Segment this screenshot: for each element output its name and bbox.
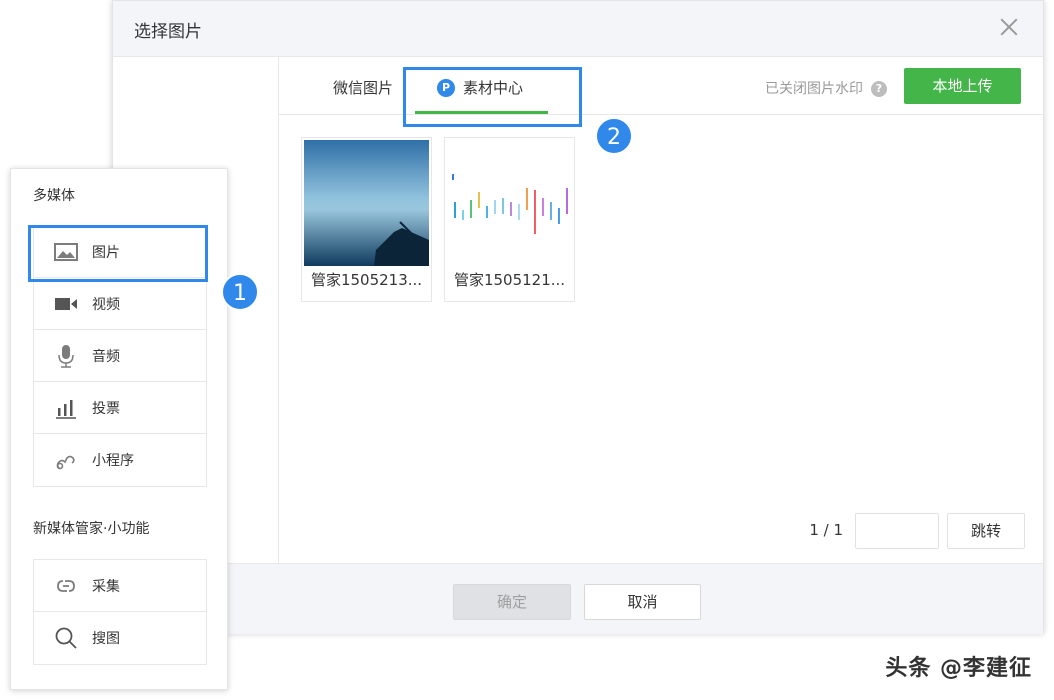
cancel-button[interactable]: 取消 — [584, 584, 701, 620]
tab-label: 微信图片 — [333, 79, 394, 97]
brand-watermark: 头条 @李建征 — [885, 656, 1032, 681]
menu-item-mini-program[interactable]: 小程序 — [34, 434, 206, 486]
image-thumbnail — [304, 140, 429, 266]
bar-chart-icon — [56, 400, 76, 419]
menu-item-label: 搜图 — [92, 631, 120, 647]
dialog-main-column: 微信图片 P 素材中心 已关闭图片水印? 本地上传 2 管家1505213...… — [279, 57, 1043, 563]
section-title-multimedia: 多媒体 — [33, 188, 75, 204]
dialog-title: 选择图片 — [134, 22, 202, 42]
menu-item-label: 视频 — [92, 297, 120, 313]
tools-menu: 采集 搜图 — [33, 559, 207, 665]
page-jump-input[interactable] — [855, 513, 939, 549]
menu-item-vote[interactable]: 投票 — [34, 382, 206, 434]
menu-item-audio[interactable]: 音频 — [34, 330, 206, 382]
highlight-box-menu — [28, 225, 208, 282]
tab-bar: 微信图片 P 素材中心 已关闭图片水印? 本地上传 — [279, 57, 1043, 127]
page-indicator: 1 / 1 — [809, 521, 843, 539]
step-2-badge: 2 — [595, 117, 633, 155]
dialog-body: 微信图片 P 素材中心 已关闭图片水印? 本地上传 2 管家1505213...… — [113, 57, 1043, 563]
image-caption: 管家1505121... — [453, 271, 566, 289]
select-image-dialog: 选择图片 微信图片 P 素材中心 已关闭图片水印? 本地上传 2 管家15052… — [112, 0, 1044, 634]
highlight-box-tab — [403, 67, 582, 127]
image-caption: 管家1505213... — [310, 271, 423, 289]
tab-wechat-images[interactable]: 微信图片 — [333, 57, 393, 115]
dialog-header: 选择图片 — [113, 1, 1043, 57]
pagination: 1 / 1 跳转 — [277, 513, 1043, 549]
menu-item-image-search[interactable]: 搜图 — [34, 612, 206, 664]
mini-program-icon — [56, 455, 75, 470]
confirm-button[interactable]: 确定 — [453, 584, 571, 620]
image-thumbnail — [447, 140, 572, 266]
collect-icon — [57, 580, 75, 592]
close-icon[interactable] — [997, 15, 1021, 39]
image-card[interactable]: 管家1505213... — [301, 137, 432, 302]
microphone-icon — [58, 345, 74, 368]
menu-item-label: 投票 — [92, 401, 120, 417]
search-icon — [55, 627, 77, 649]
step-1-badge: 1 — [221, 273, 259, 311]
jump-button[interactable]: 跳转 — [947, 513, 1025, 549]
watermark-status-text: 已关闭图片水印 — [765, 81, 863, 97]
local-upload-button[interactable]: 本地上传 — [904, 68, 1021, 104]
menu-item-video[interactable]: 视频 — [34, 278, 206, 330]
menu-item-collect[interactable]: 采集 — [34, 560, 206, 612]
image-card[interactable]: 管家1505121... — [444, 137, 575, 302]
help-icon[interactable]: ? — [871, 81, 887, 97]
dialog-footer: 确定 取消 — [113, 563, 1043, 634]
menu-item-label: 采集 — [92, 579, 120, 595]
watermark-status: 已关闭图片水印? — [765, 78, 887, 98]
section-title-tools: 新媒体管家·小功能 — [33, 521, 150, 537]
menu-item-label: 音频 — [92, 349, 120, 365]
video-icon — [55, 298, 77, 310]
menu-item-label: 小程序 — [92, 453, 134, 469]
media-panel: 多媒体 图片 视频 音频 投票 小程序 新媒体管家·小功能 采集 搜图 — [10, 168, 228, 690]
